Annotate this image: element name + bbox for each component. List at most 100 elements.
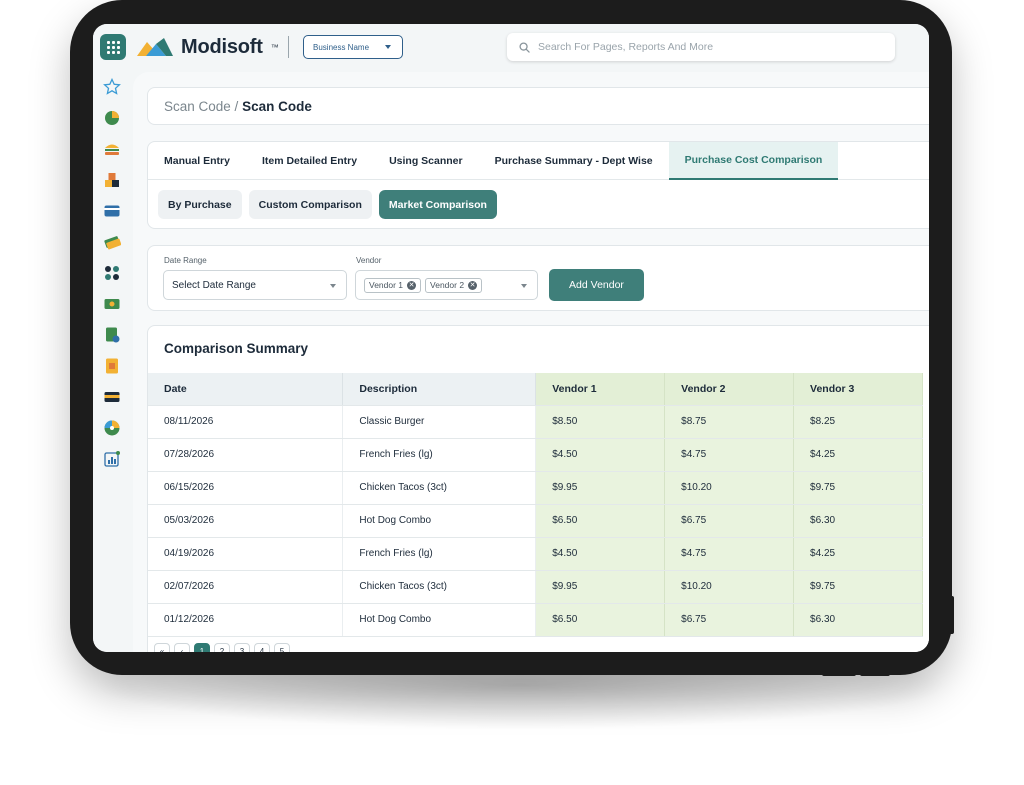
subtab-market-comparison[interactable]: Market Comparison [378,190,497,219]
wallet-icon[interactable] [103,388,121,406]
page-button[interactable]: 2 [214,643,230,652]
column-header-vendor-3[interactable]: Vendor 3 [793,373,923,406]
cell-vendor-3: $6.30 [793,603,923,637]
cell-date: 07/28/2026 [148,438,344,472]
cell-date: 02/07/2026 [148,570,344,604]
cell-vendor-2: $8.75 [664,405,795,439]
add-vendor-button[interactable]: Add Vendor [549,269,644,301]
sidebar [93,70,131,652]
comparison-table: Date Description Vendor 1 Vendor 2 Vendo… [148,373,923,637]
table-row[interactable]: 07/28/2026 French Fries (lg) $4.50 $4.75 $4.… [148,438,923,472]
vendor-multiselect[interactable]: Vendor 1 ✕ Vendor 2 ✕ [355,270,538,300]
business-select[interactable]: Business Name [303,35,403,59]
star-icon[interactable] [103,78,121,96]
trademark-mark: ™ [270,43,279,52]
table-row[interactable]: 01/12/2026 Hot Dog Combo $6.50 $6.75 $6.30 [148,603,923,637]
column-header-date[interactable]: Date [148,373,344,406]
chevron-down-icon [521,284,527,288]
burger-icon[interactable] [103,140,121,158]
cell-vendor-3: $9.75 [793,570,923,604]
cell-vendor-3: $4.25 [793,438,923,472]
vendor-chip[interactable]: Vendor 2 ✕ [425,277,483,293]
close-icon[interactable]: ✕ [468,280,478,290]
vendor-chip-label: Vendor 1 [369,280,404,290]
boxes-icon[interactable] [103,171,121,189]
brand-name: Modisoft [181,36,263,58]
vendor-label: Vendor [356,256,382,265]
tab-item-detailed-entry[interactable]: Item Detailed Entry [246,142,373,180]
chevron-down-icon [385,45,391,49]
app-screen: Modisoft ™ Business Name Search For Page… [93,24,929,652]
page-button[interactable]: 1 [194,643,210,652]
table-header-row: Date Description Vendor 1 Vendor 2 Vendo… [148,373,923,406]
cell-vendor-2: $10.20 [664,570,795,604]
search-placeholder: Search For Pages, Reports And More [538,41,714,53]
money-icon[interactable] [103,295,121,313]
cell-vendor-3: $9.75 [793,471,923,505]
close-icon[interactable]: ✕ [407,280,417,290]
breadcrumb: Scan Code / Scan Code [147,87,929,125]
cell-vendor-1: $8.50 [535,405,666,439]
analytics-icon[interactable] [103,450,121,468]
subtab-bar: By Purchase Custom Comparison Market Com… [158,190,497,219]
receipt-icon[interactable] [103,357,121,375]
cell-date: 01/12/2026 [148,603,344,637]
comparison-summary-card: Comparison Summary Date Description Vend… [147,325,929,652]
cell-description: Hot Dog Combo [342,603,537,637]
cell-vendor-1: $6.50 [535,504,666,538]
table-row[interactable]: 06/15/2026 Chicken Tacos (3ct) $9.95 $10.20… [148,471,923,505]
date-range-value: Select Date Range [172,279,256,291]
table-row[interactable]: 04/19/2026 French Fries (lg) $4.50 $4.75 $4.… [148,537,923,571]
vendor-chip-label: Vendor 2 [430,280,465,290]
first-page-button[interactable]: « [154,643,170,652]
cell-vendor-2: $4.75 [664,537,795,571]
tab-purchase-cost-comparison[interactable]: Purchase Cost Comparison [668,142,839,180]
page-button[interactable]: 3 [234,643,250,652]
subtab-by-purchase[interactable]: By Purchase [158,190,242,219]
cell-description: Classic Burger [342,405,537,439]
global-search[interactable]: Search For Pages, Reports And More [507,33,895,61]
tab-using-scanner[interactable]: Using Scanner [373,142,479,180]
column-header-description[interactable]: Description [342,373,537,406]
filter-panel: Date Range Select Date Range Vendor Vend… [147,245,929,311]
pinwheel-icon[interactable] [103,419,121,437]
cell-vendor-1: $9.95 [535,570,666,604]
date-range-select[interactable]: Select Date Range [163,270,347,300]
top-bar: Modisoft ™ Business Name Search For Page… [93,24,929,70]
header-divider [288,36,289,58]
cell-vendor-3: $6.30 [793,504,923,538]
brand-logo[interactable]: Modisoft ™ [137,36,279,59]
cell-vendor-3: $8.25 [793,405,923,439]
cell-description: French Fries (lg) [342,537,537,571]
page-button[interactable]: 5 [274,643,290,652]
cell-date: 05/03/2026 [148,504,344,538]
search-icon [519,41,530,53]
cell-vendor-1: $6.50 [535,603,666,637]
breadcrumb-parent[interactable]: Scan Code / [164,99,238,114]
column-header-vendor-2[interactable]: Vendor 2 [664,373,795,406]
tab-manual-entry[interactable]: Manual Entry [148,142,246,180]
table-row[interactable]: 08/11/2026 Classic Burger $8.50 $8.75 $8.25 [148,405,923,439]
cell-vendor-2: $6.75 [664,603,795,637]
apps-cluster-icon[interactable] [103,264,121,282]
table-row[interactable]: 05/03/2026 Hot Dog Combo $6.50 $6.75 $6.30 [148,504,923,538]
subtab-custom-comparison[interactable]: Custom Comparison [248,190,372,219]
prev-page-button[interactable]: ‹ [174,643,190,652]
pie-chart-icon[interactable] [103,109,121,127]
page-button[interactable]: 4 [254,643,270,652]
apps-grid-button[interactable] [100,34,126,60]
cell-description: French Fries (lg) [342,438,537,472]
cash-icon[interactable] [103,233,121,251]
vendor-chip[interactable]: Vendor 1 ✕ [364,277,422,293]
cell-date: 08/11/2026 [148,405,344,439]
card-icon[interactable] [103,202,121,220]
breadcrumb-current: Scan Code [242,98,312,114]
tab-bar: Manual Entry Item Detailed Entry Using S… [148,142,929,180]
tab-purchase-summary-dept-wise[interactable]: Purchase Summary - Dept Wise [479,142,669,180]
document-settings-icon[interactable] [103,326,121,344]
table-row[interactable]: 02/07/2026 Chicken Tacos (3ct) $9.95 $10.20… [148,570,923,604]
cell-vendor-1: $4.50 [535,537,666,571]
cell-description: Chicken Tacos (3ct) [342,570,537,604]
cell-vendor-2: $4.75 [664,438,795,472]
column-header-vendor-1[interactable]: Vendor 1 [535,373,666,406]
